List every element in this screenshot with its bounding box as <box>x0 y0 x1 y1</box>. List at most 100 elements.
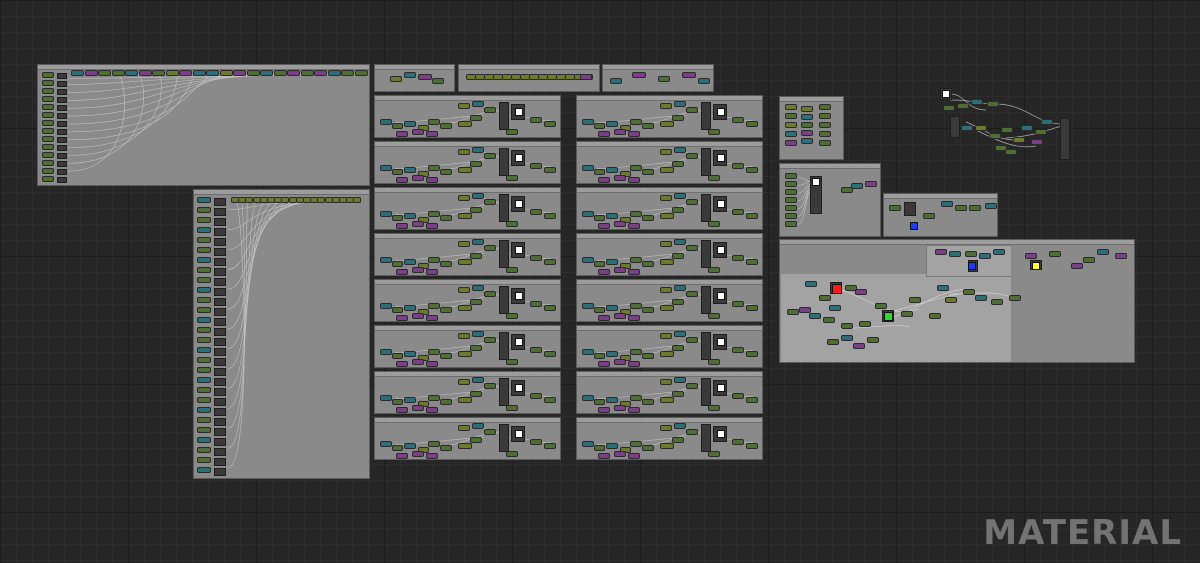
graph-node[interactable] <box>687 154 697 158</box>
graph-node[interactable] <box>733 394 743 398</box>
graph-node[interactable] <box>429 212 439 216</box>
graph-node[interactable] <box>675 102 685 106</box>
graph-node[interactable] <box>459 122 471 126</box>
graph-node[interactable] <box>709 222 719 226</box>
graph-node[interactable] <box>615 268 625 272</box>
graph-node[interactable] <box>629 224 639 228</box>
graph-node[interactable] <box>441 354 451 358</box>
comment-box-module[interactable] <box>576 417 763 460</box>
graph-node[interactable] <box>459 260 471 264</box>
graph-node[interactable] <box>747 214 757 218</box>
graph-node[interactable] <box>583 258 593 262</box>
comment-box-module[interactable] <box>576 95 763 138</box>
graph-node[interactable] <box>43 145 53 149</box>
comment-header[interactable] <box>780 97 843 102</box>
graph-node[interactable] <box>962 126 972 130</box>
graph-node[interactable] <box>43 177 53 181</box>
graph-node[interactable] <box>507 176 517 180</box>
graph-node[interactable] <box>476 75 484 79</box>
graph-node[interactable] <box>268 198 274 202</box>
graph-node[interactable] <box>507 406 517 410</box>
graph-node[interactable] <box>709 176 719 180</box>
graph-node[interactable] <box>485 292 495 296</box>
comment-header[interactable] <box>375 142 560 147</box>
graph-node[interactable] <box>198 268 210 272</box>
graph-node[interactable] <box>234 71 245 75</box>
graph-node[interactable] <box>405 214 415 218</box>
graph-node[interactable] <box>1116 254 1126 258</box>
graph-node[interactable] <box>325 198 332 202</box>
graph-node[interactable] <box>583 166 593 170</box>
graph-node[interactable] <box>530 75 538 79</box>
comment-box-right-2[interactable] <box>779 163 881 237</box>
graph-node[interactable] <box>531 302 541 306</box>
comment-header[interactable] <box>375 234 560 239</box>
graph-node[interactable] <box>675 378 685 382</box>
graph-node[interactable] <box>786 214 796 218</box>
graph-node[interactable] <box>661 242 671 246</box>
graph-node[interactable] <box>354 198 361 202</box>
comment-header[interactable] <box>577 372 762 377</box>
graph-node[interactable] <box>198 218 210 222</box>
graph-node[interactable] <box>607 398 617 402</box>
graph-node-dark[interactable] <box>214 228 226 236</box>
comment-box-module[interactable] <box>374 325 561 368</box>
graph-node[interactable] <box>661 260 673 264</box>
graph-node[interactable] <box>166 71 178 75</box>
graph-node[interactable] <box>830 306 840 310</box>
graph-node-dark[interactable] <box>57 177 67 183</box>
graph-node[interactable] <box>507 268 517 272</box>
graph-node[interactable] <box>661 168 673 172</box>
graph-node[interactable] <box>673 162 683 166</box>
graph-node[interactable] <box>924 214 934 218</box>
material-graph-canvas[interactable]: { "editor": { "watermark": "MATERIAL" },… <box>0 0 1200 563</box>
graph-node[interactable] <box>198 308 210 312</box>
graph-node[interactable] <box>43 137 53 141</box>
graph-node[interactable] <box>643 354 653 358</box>
graph-node[interactable] <box>595 446 604 450</box>
graph-node[interactable] <box>429 258 439 262</box>
graph-node[interactable] <box>459 196 469 200</box>
graph-node[interactable] <box>629 178 639 182</box>
graph-node[interactable] <box>545 122 555 126</box>
graph-node[interactable] <box>802 107 812 111</box>
graph-node[interactable] <box>747 444 757 448</box>
graph-node-dark[interactable] <box>214 268 226 276</box>
graph-node[interactable] <box>405 306 415 310</box>
comment-box-right-1[interactable] <box>779 96 844 160</box>
graph-node[interactable] <box>413 176 423 180</box>
graph-node[interactable] <box>631 258 641 262</box>
graph-node-dark[interactable] <box>214 348 226 356</box>
comment-box-large-right[interactable] <box>779 239 1135 363</box>
graph-node[interactable] <box>397 454 407 458</box>
graph-node-dark[interactable] <box>214 288 226 296</box>
graph-node[interactable] <box>397 408 407 412</box>
graph-node[interactable] <box>910 298 920 302</box>
graph-node[interactable] <box>471 254 481 258</box>
graph-node-dark[interactable] <box>499 102 509 130</box>
graph-node[interactable] <box>595 216 604 220</box>
graph-node[interactable] <box>180 71 191 75</box>
graph-node[interactable] <box>629 316 639 320</box>
graph-node[interactable] <box>198 398 210 402</box>
graph-node[interactable] <box>661 334 671 338</box>
graph-node[interactable] <box>43 89 53 93</box>
graph-node[interactable] <box>950 252 960 256</box>
red-swatch[interactable] <box>832 284 842 294</box>
graph-node[interactable] <box>631 350 641 354</box>
graph-node[interactable] <box>890 206 900 210</box>
graph-node-dark[interactable] <box>701 378 711 406</box>
graph-node[interactable] <box>786 174 796 178</box>
graph-node[interactable] <box>315 71 326 75</box>
graph-node[interactable] <box>429 120 439 124</box>
graph-node-dark[interactable] <box>214 248 226 256</box>
white-swatch[interactable] <box>515 246 523 254</box>
graph-node[interactable] <box>687 292 697 296</box>
yellow-swatch[interactable] <box>1032 262 1040 270</box>
graph-node-dark[interactable] <box>214 308 226 316</box>
graph-node[interactable] <box>198 298 210 302</box>
graph-node-dark[interactable] <box>57 145 67 151</box>
graph-node[interactable] <box>733 210 743 214</box>
graph-node[interactable] <box>473 148 483 152</box>
graph-node[interactable] <box>868 338 878 342</box>
